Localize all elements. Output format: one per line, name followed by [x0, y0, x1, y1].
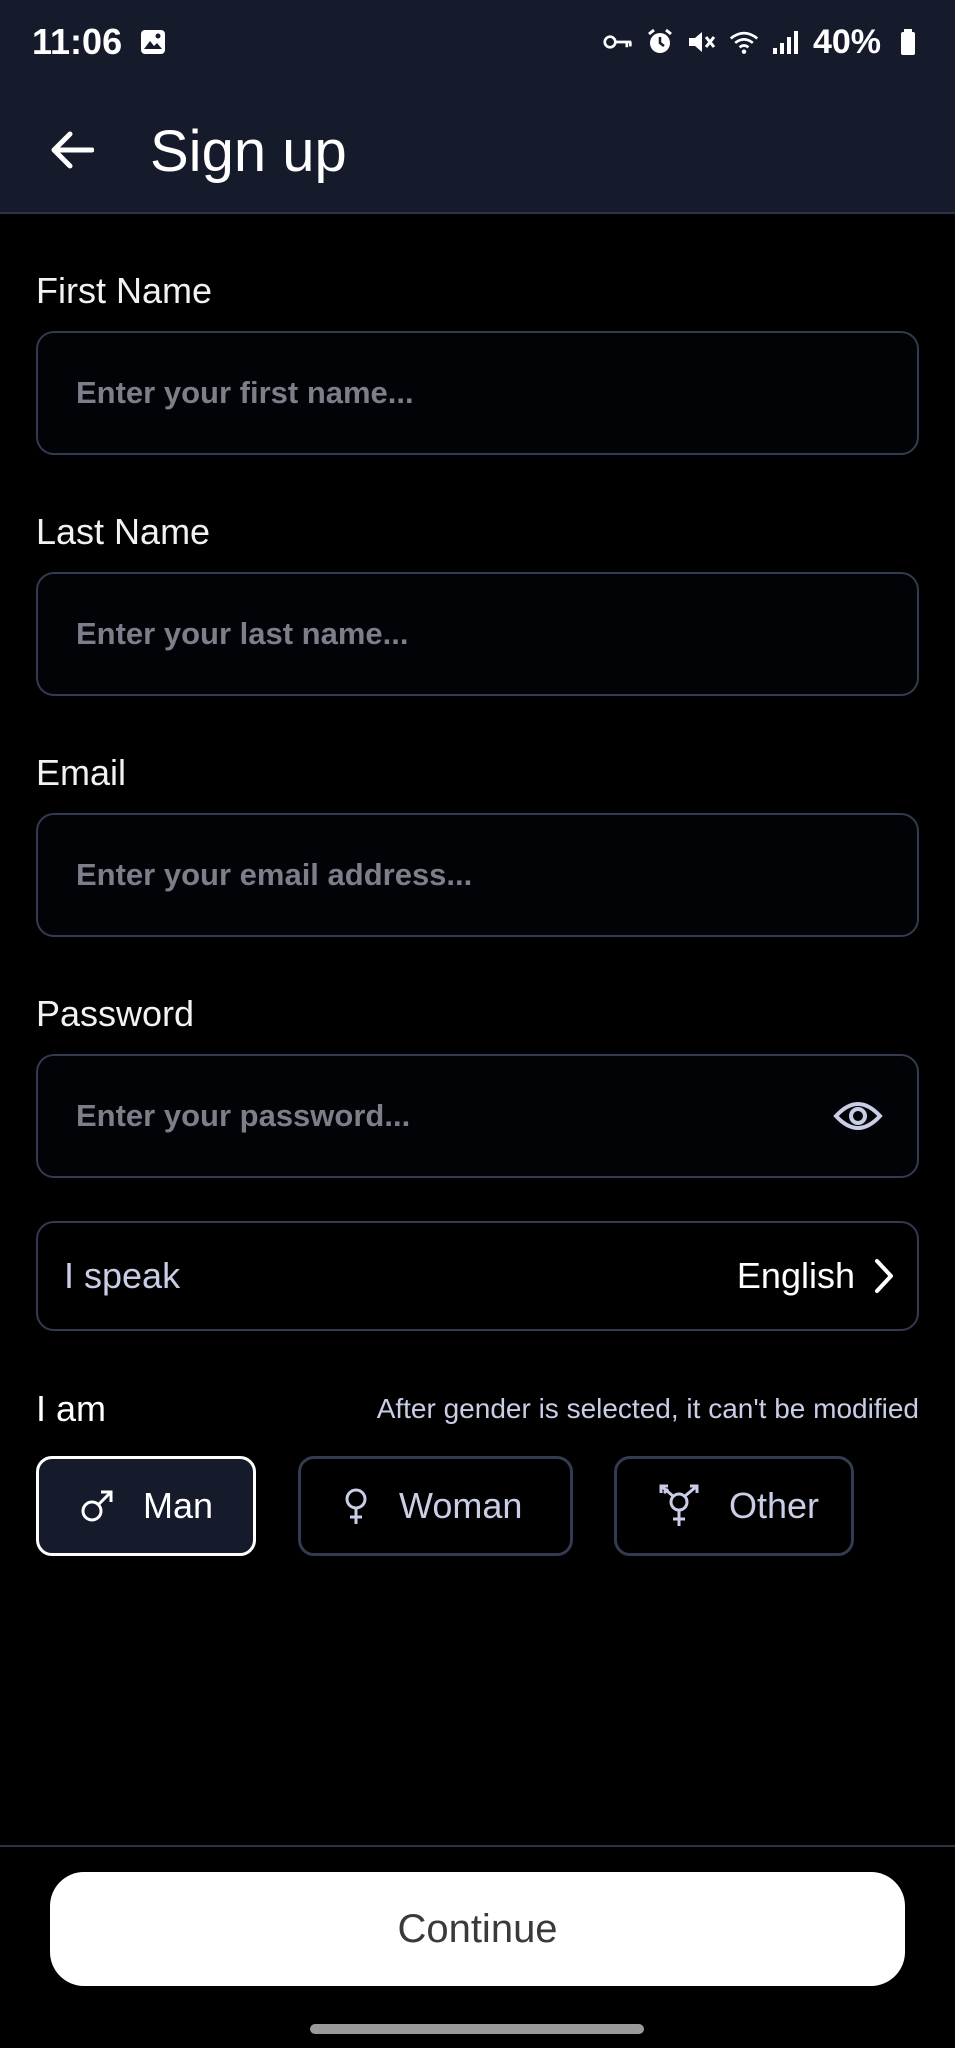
language-value: English — [736, 1255, 855, 1296]
email-field[interactable] — [36, 813, 919, 937]
alarm-icon — [645, 27, 675, 57]
password-input[interactable] — [74, 1097, 798, 1135]
email-input[interactable] — [74, 856, 798, 894]
gallery-icon — [138, 27, 168, 57]
gender-option-label: Woman — [399, 1485, 523, 1526]
password-field[interactable] — [36, 1054, 919, 1178]
language-label: I speak — [64, 1255, 181, 1296]
gender-label: I am — [36, 1388, 107, 1429]
transgender-icon — [659, 1484, 699, 1526]
battery-percent: 40% — [812, 22, 881, 61]
app-bar: Sign up — [0, 84, 955, 214]
show-password-button[interactable] — [833, 1094, 883, 1138]
page-title: Sign up — [150, 119, 347, 184]
gender-note: After gender is selected, it can't be mo… — [376, 1393, 919, 1424]
gender-option-man[interactable]: Man — [36, 1456, 256, 1556]
status-bar: 11:06 40% — [0, 0, 955, 84]
email-label: Email — [36, 752, 127, 793]
language-selector[interactable]: I speak English — [36, 1221, 919, 1331]
last-name-label: Last Name — [36, 511, 211, 552]
gender-option-other[interactable]: Other — [614, 1456, 854, 1556]
first-name-input[interactable] — [74, 374, 798, 412]
gender-option-label: Man — [143, 1485, 214, 1526]
signal-icon — [771, 27, 801, 57]
eye-icon — [833, 1102, 883, 1130]
gender-option-woman[interactable]: Woman — [298, 1456, 573, 1556]
mute-icon — [687, 27, 717, 57]
wifi-icon — [729, 27, 759, 57]
home-indicator[interactable] — [310, 2024, 644, 2034]
battery-icon — [893, 27, 923, 57]
password-label: Password — [36, 993, 195, 1034]
gender-option-label: Other — [729, 1485, 820, 1526]
female-icon — [345, 1488, 367, 1524]
continue-button[interactable]: Continue — [50, 1872, 905, 1986]
last-name-field[interactable] — [36, 572, 919, 696]
last-name-input[interactable] — [74, 615, 798, 653]
status-time: 11:06 — [32, 21, 123, 62]
back-button[interactable] — [44, 122, 100, 178]
first-name-label: First Name — [36, 270, 213, 311]
chevron-right-icon — [875, 1259, 893, 1293]
arrow-back-icon — [51, 131, 94, 169]
footer-divider — [0, 1845, 955, 1847]
first-name-field[interactable] — [36, 331, 919, 455]
vpn-key-icon — [603, 27, 633, 57]
male-icon — [81, 1490, 113, 1522]
